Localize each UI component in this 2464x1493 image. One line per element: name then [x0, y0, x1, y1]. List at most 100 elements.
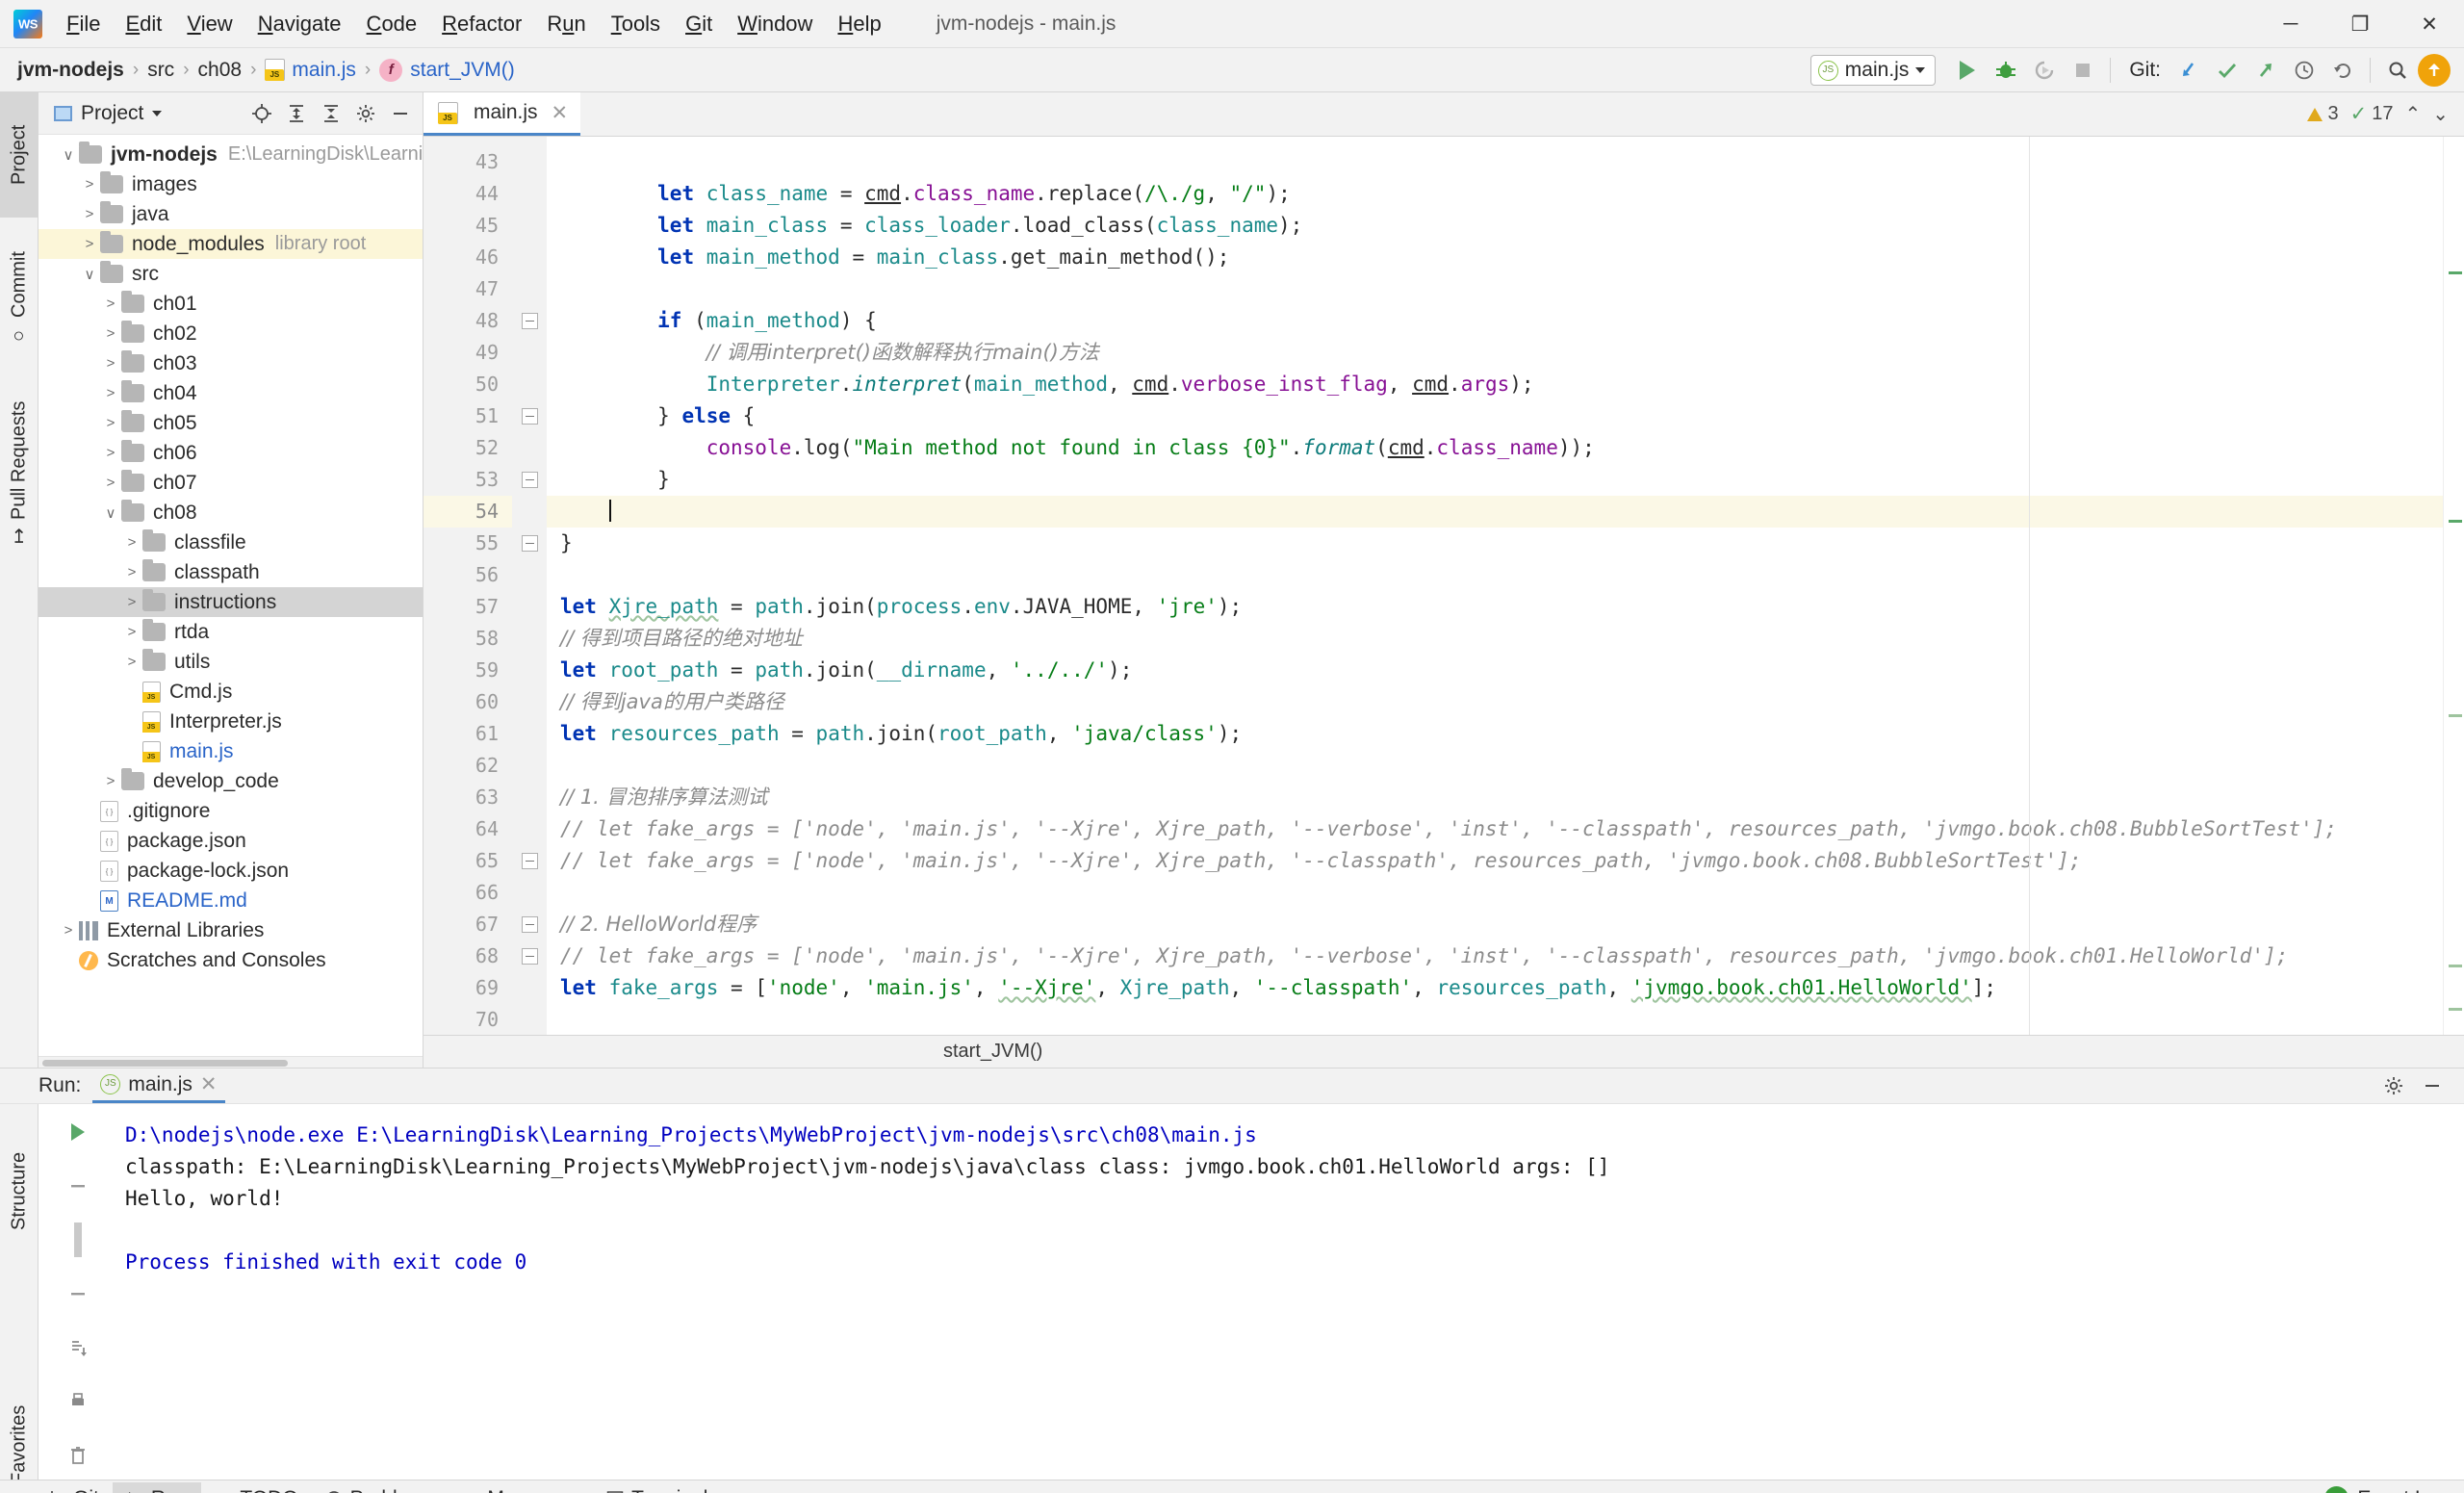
tree-node-readme-md[interactable]: README.md [38, 886, 423, 915]
tool-window-button-git[interactable]: Git [35, 1482, 113, 1493]
sidebar-item-project[interactable]: Project [0, 92, 38, 218]
tree-node-ch05[interactable]: >ch05 [38, 408, 423, 438]
breadcrumb-item-src[interactable]: src [147, 59, 174, 82]
fold-expand-icon[interactable] [522, 472, 538, 488]
tree-node-utils[interactable]: >utils [38, 647, 423, 677]
tree-node-ch02[interactable]: >ch02 [38, 319, 423, 348]
tree-node-ch01[interactable]: >ch01 [38, 289, 423, 319]
tree-node-rtda[interactable]: >rtda [38, 617, 423, 647]
fold-slot[interactable] [512, 305, 547, 337]
project-tree[interactable]: ∨jvm-nodejsE:\LearningDisk\Learning_P>im… [38, 135, 423, 1056]
tree-node--gitignore[interactable]: .gitignore [38, 796, 423, 826]
code-line[interactable] [547, 559, 2443, 591]
code-line[interactable] [547, 750, 2443, 782]
chevron-right-icon[interactable]: > [121, 534, 142, 551]
chevron-right-icon[interactable]: > [121, 594, 142, 610]
maximize-button[interactable]: ❐ [2325, 0, 2395, 48]
clear-all-icon[interactable] [62, 1439, 94, 1472]
chevron-right-icon[interactable]: > [100, 475, 121, 491]
fold-collapse-icon[interactable] [522, 313, 538, 329]
menu-item-navigate[interactable]: Navigate [245, 8, 354, 40]
code-line[interactable] [547, 146, 2443, 178]
close-button[interactable]: ✕ [2395, 0, 2464, 48]
close-icon[interactable]: ✕ [200, 1072, 218, 1096]
chevron-right-icon[interactable]: > [100, 355, 121, 372]
git-update-button[interactable] [2170, 52, 2207, 89]
hide-icon[interactable] [2416, 1069, 2449, 1102]
minimize-button[interactable]: ─ [2256, 0, 2325, 48]
code-line[interactable]: // let fake_args = ['node', 'main.js', '… [547, 813, 2443, 845]
tree-node-ch03[interactable]: >ch03 [38, 348, 423, 378]
tree-node-node-modules[interactable]: >node_moduleslibrary root [38, 229, 423, 259]
sidebar-item-commit[interactable]: ○ Commit [0, 237, 38, 362]
code-line[interactable]: // 调用interpret()函数解释执行main()方法 [547, 337, 2443, 369]
tree-node-ch08[interactable]: ∨ch08 [38, 498, 423, 528]
prev-highlight-icon[interactable]: ⌃ [2404, 102, 2421, 126]
menu-item-edit[interactable]: Edit [113, 8, 174, 40]
code-line[interactable]: let root_path = path.join(__dirname, '..… [547, 655, 2443, 686]
settings-icon[interactable] [349, 97, 382, 130]
menu-item-run[interactable]: Run [534, 8, 598, 40]
chevron-right-icon[interactable]: > [58, 922, 79, 939]
history-icon[interactable] [2286, 52, 2323, 89]
fold-slot[interactable] [512, 909, 547, 940]
code-line[interactable]: } [547, 464, 2443, 496]
tree-node-java[interactable]: >java [38, 199, 423, 229]
menu-item-view[interactable]: View [174, 8, 244, 40]
tree-node-interpreter-js[interactable]: Interpreter.js [38, 707, 423, 736]
sidebar-item-favorites[interactable]: ★ Favorites [0, 1383, 38, 1493]
code-line[interactable]: // let fake_args = ['node', 'main.js', '… [547, 845, 2443, 877]
chevron-right-icon[interactable]: > [79, 206, 100, 222]
print-icon[interactable] [62, 1385, 94, 1418]
fold-slot[interactable] [512, 464, 547, 496]
code-line[interactable]: let main_class = class_loader.load_class… [547, 210, 2443, 242]
menu-item-file[interactable]: File [54, 8, 113, 40]
tree-node-instructions[interactable]: >instructions [38, 587, 423, 617]
editor-tab-main-js[interactable]: main.js ✕ [424, 92, 580, 136]
tree-node-images[interactable]: >images [38, 169, 423, 199]
error-stripe-marker-bar[interactable] [2443, 137, 2464, 1035]
collapse-all-icon[interactable] [315, 97, 347, 130]
tree-node-main-js[interactable]: main.js [38, 736, 423, 766]
chevron-down-icon[interactable]: ∨ [58, 146, 79, 164]
pause-icon[interactable] [62, 1170, 94, 1202]
chevron-right-icon[interactable]: > [121, 624, 142, 640]
chevron-down-icon[interactable]: ∨ [79, 266, 100, 283]
run-console-output[interactable]: D:\nodejs\node.exe E:\LearningDisk\Learn… [117, 1104, 2464, 1493]
code-line[interactable]: // 1. 冒泡排序算法测试 [547, 782, 2443, 813]
code-line[interactable]: if (main_method) { [547, 305, 2443, 337]
tree-node-external-libraries[interactable]: >External Libraries [38, 915, 423, 945]
next-highlight-icon[interactable]: ⌄ [2432, 102, 2449, 126]
menu-bar[interactable]: FileEditViewNavigateCodeRefactorRunTools… [54, 8, 894, 40]
fold-slot[interactable] [512, 940, 547, 972]
chevron-right-icon[interactable]: > [79, 236, 100, 252]
code-editor[interactable]: 4344454647484950515253545556575859606162… [424, 137, 2464, 1035]
code-line[interactable]: // 得到java的用户类路径 [547, 686, 2443, 718]
code-line[interactable]: let fake_args = ['node', 'main.js', '--X… [547, 972, 2443, 1004]
code-line[interactable]: // 得到项目路径的绝对地址 [547, 623, 2443, 655]
chevron-right-icon[interactable]: > [100, 385, 121, 401]
hide-icon[interactable] [384, 97, 417, 130]
settings-icon[interactable] [2377, 1069, 2410, 1102]
chevron-right-icon[interactable]: > [121, 654, 142, 670]
chevron-down-icon[interactable] [1915, 67, 1925, 73]
run-with-coverage-button[interactable] [2026, 52, 2063, 89]
chevron-right-icon[interactable]: > [79, 176, 100, 193]
rollback-icon[interactable] [2324, 52, 2361, 89]
tree-node-ch04[interactable]: >ch04 [38, 378, 423, 408]
update-available-icon[interactable] [2418, 54, 2451, 87]
stop-button[interactable] [2065, 52, 2101, 89]
chevron-right-icon[interactable]: > [100, 445, 121, 461]
code-content[interactable]: let class_name = cmd.class_name.replace(… [547, 137, 2443, 1035]
fold-collapse-icon[interactable] [522, 948, 538, 965]
run-button[interactable] [1949, 52, 1986, 89]
code-line[interactable]: console.log("Main method not found in cl… [547, 432, 2443, 464]
fold-collapse-icon[interactable] [522, 408, 538, 425]
code-line[interactable] [547, 877, 2443, 909]
fold-expand-icon[interactable] [522, 535, 538, 552]
menu-item-code[interactable]: Code [354, 8, 430, 40]
code-line[interactable]: // let fake_args = ['node', 'main.js', '… [547, 940, 2443, 972]
fold-collapse-icon[interactable] [522, 916, 538, 933]
code-line[interactable] [547, 1004, 2443, 1035]
chevron-right-icon[interactable]: > [100, 296, 121, 312]
